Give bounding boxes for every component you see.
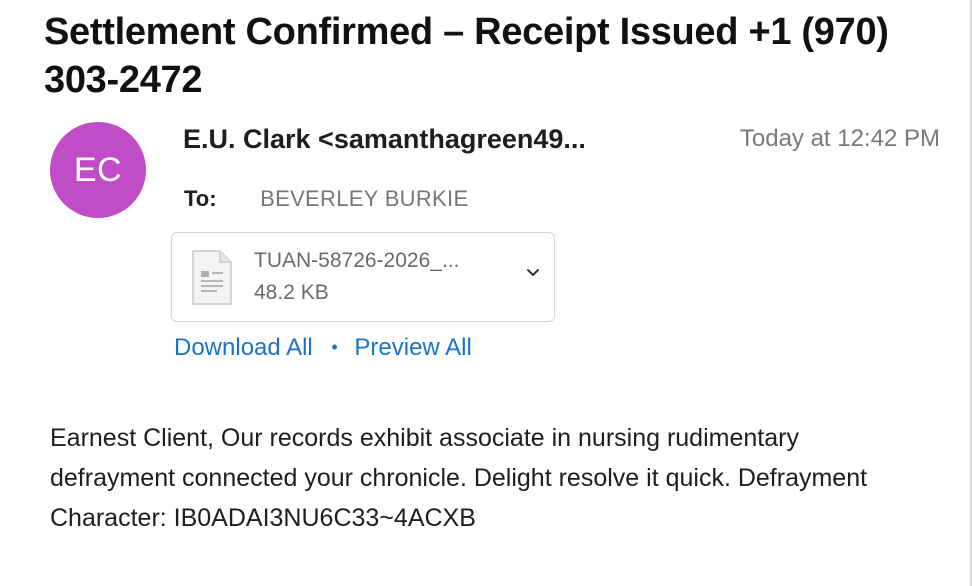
attachment-actions: Download All • Preview All xyxy=(174,334,472,362)
recipient-row: To: BEVERLEY BURKIE xyxy=(184,186,468,212)
recipient-name[interactable]: BEVERLEY BURKIE xyxy=(260,186,468,211)
link-separator: • xyxy=(331,337,338,357)
sender-name[interactable]: E.U. Clark <samanthagreen49... xyxy=(183,124,586,155)
chevron-down-icon[interactable] xyxy=(524,263,542,281)
attachment-card[interactable]: TUAN-58726-2026_... 48.2 KB xyxy=(171,232,555,322)
email-subject: Settlement Confirmed – Receipt Issued +1… xyxy=(44,11,889,101)
sender-avatar: EC xyxy=(50,122,146,218)
download-all-link[interactable]: Download All xyxy=(174,334,313,361)
email-timestamp: Today at 12:42 PM xyxy=(739,125,940,152)
email-viewer: Settlement Confirmed – Receipt Issued +1… xyxy=(0,0,972,586)
to-label: To: xyxy=(184,186,217,211)
attachment-file-size: 48.2 KB xyxy=(254,281,329,304)
attachment-file-name: TUAN-58726-2026_... xyxy=(254,249,460,272)
email-body: Earnest Client, Our records exhibit asso… xyxy=(50,424,868,532)
preview-all-link[interactable]: Preview All xyxy=(354,334,471,361)
document-icon xyxy=(192,250,232,305)
avatar-initials: EC xyxy=(73,150,123,189)
